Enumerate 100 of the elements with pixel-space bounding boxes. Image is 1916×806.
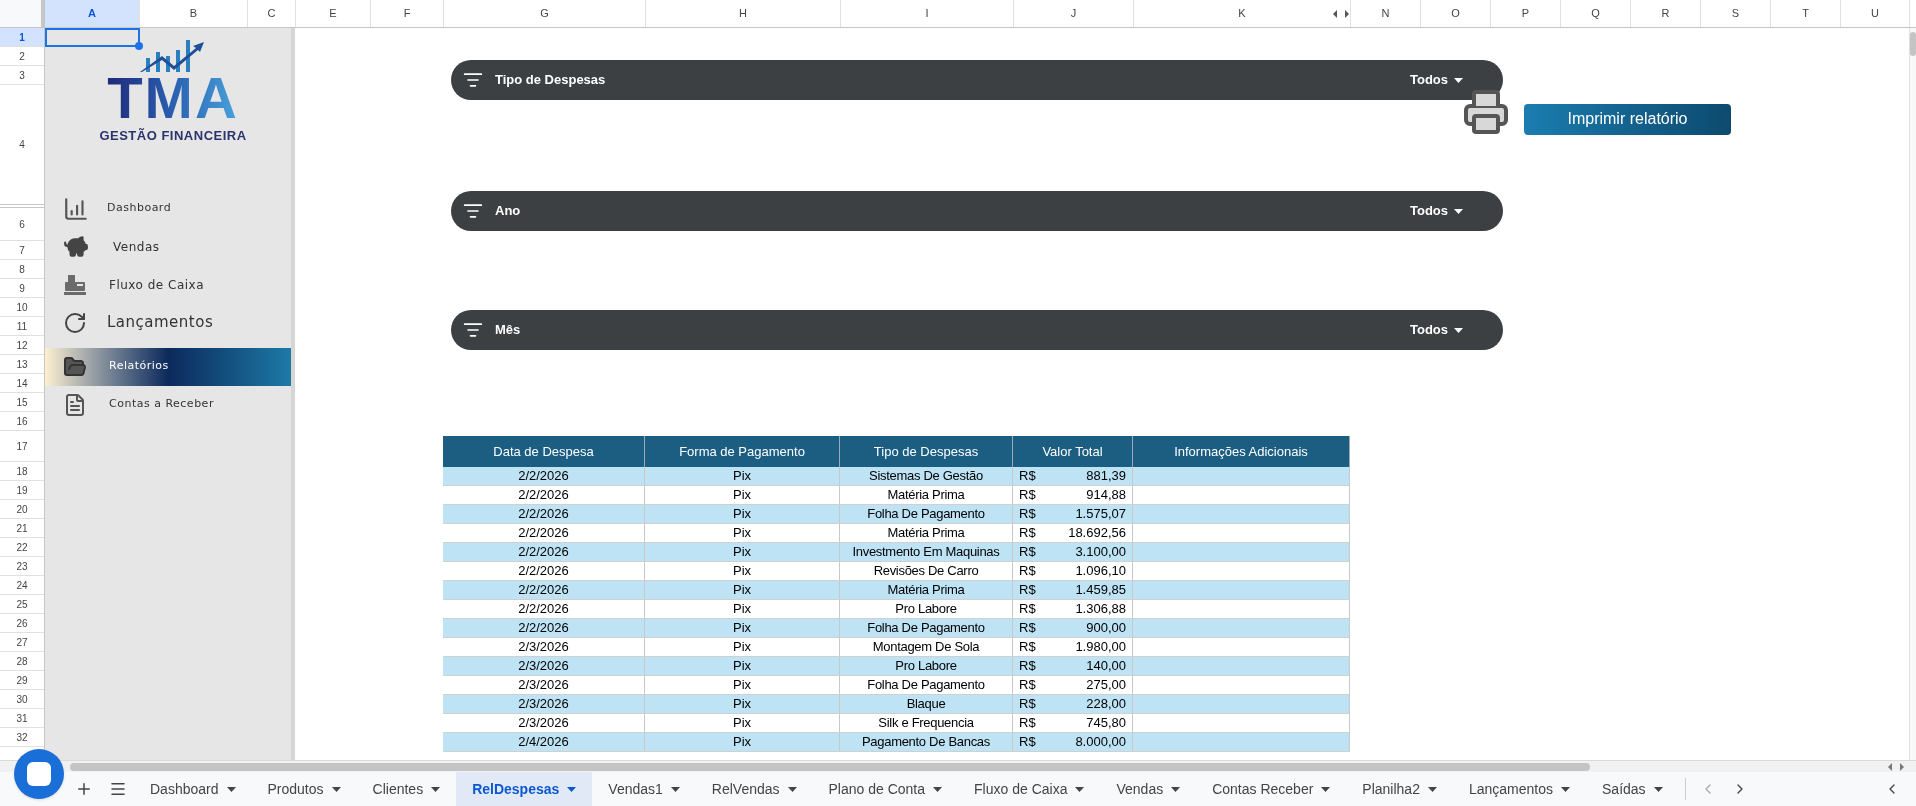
select-all-corner[interactable] <box>0 0 45 27</box>
table-cell: 2/2/2026 <box>443 543 645 561</box>
caret-icon <box>331 786 341 792</box>
sheet-tab[interactable]: Vendas1 <box>592 772 696 806</box>
document-icon <box>63 392 87 417</box>
sheet-tab[interactable]: Dashboard <box>134 772 252 806</box>
menu-icon <box>109 780 127 798</box>
table-cell: 2/2/2026 <box>443 467 645 485</box>
table-cell: Pix <box>645 676 840 694</box>
sheet-tab[interactable]: Vendas <box>1100 772 1197 806</box>
filter-value[interactable]: Todos <box>1409 201 1448 221</box>
table-cell: Montagem De Sola <box>840 638 1013 656</box>
table-cell: Pix <box>645 562 840 580</box>
printer-icon <box>1462 88 1510 136</box>
table-cell: Pro Labore <box>840 657 1013 675</box>
amount-value: 1.306,88 <box>1075 600 1126 618</box>
table-cell: 2/3/2026 <box>443 638 645 656</box>
table-cell: 2/4/2026 <box>443 733 645 751</box>
square-icon <box>27 762 51 786</box>
sidebar-nav-item[interactable]: Contas a Receber <box>45 385 291 424</box>
folder-icon <box>63 354 87 379</box>
redo-arrow-icon <box>63 310 87 335</box>
sidebar-nav-item[interactable]: Fluxo de Caixa <box>45 265 291 304</box>
currency-symbol: R$ <box>1019 714 1036 732</box>
table-cell: 2/2/2026 <box>443 600 645 618</box>
sheet-tab[interactable]: Planilha2 <box>1346 772 1453 806</box>
caret-icon <box>226 786 236 792</box>
print-report-button[interactable]: Imprimir relatório <box>1524 103 1731 135</box>
filter-bar[interactable]: Tipo de Despesas Todos <box>451 60 1503 100</box>
table-cell: 2/2/2026 <box>443 562 645 580</box>
piggy-bank-icon <box>63 233 89 260</box>
amount-value: 881,39 <box>1086 467 1126 485</box>
sidebar-nav-item[interactable]: Relatórios <box>45 347 291 386</box>
table-cell: Folha De Pagamento <box>840 619 1013 637</box>
amount-value: 1.980,00 <box>1075 638 1126 656</box>
amount-value: 1.459,85 <box>1075 581 1126 599</box>
table-cell: Pix <box>645 543 840 561</box>
sheet-tab[interactable]: Saídas <box>1586 772 1679 806</box>
horizontal-scrollbar[interactable] <box>70 762 1590 771</box>
sheet-tab[interactable]: RelDespesas <box>456 772 593 806</box>
currency-symbol: R$ <box>1019 524 1036 542</box>
hidden-columns-icon[interactable] <box>1332 10 1350 18</box>
table-cell: 2/3/2026 <box>443 657 645 675</box>
sheet-tab[interactable]: Clientes <box>356 772 457 806</box>
filter-bar[interactable]: Ano Todos <box>451 191 1503 231</box>
table-cell: Pix <box>645 733 840 751</box>
filter-label: Mês <box>495 321 521 340</box>
currency-symbol: R$ <box>1019 733 1036 751</box>
scroll-arrows-icon[interactable] <box>1886 762 1906 771</box>
currency-symbol: R$ <box>1019 676 1036 694</box>
filter-value[interactable]: Todos <box>1409 320 1448 340</box>
sheet-tab[interactable]: Contas Receber <box>1196 772 1347 806</box>
table-cell: 2/2/2026 <box>443 505 645 523</box>
filter-value[interactable]: Todos <box>1409 70 1448 90</box>
table-cell: Pix <box>645 619 840 637</box>
caret-icon <box>670 786 680 792</box>
row-header[interactable]: 1 <box>0 28 44 47</box>
table-cell: 2/2/2026 <box>443 619 645 637</box>
table-cell: Blaque <box>840 695 1013 713</box>
caret-icon <box>1561 786 1570 792</box>
caret-icon <box>431 786 441 792</box>
filter-label: Ano <box>495 202 521 221</box>
currency-symbol: R$ <box>1019 562 1036 580</box>
vertical-scrollbar[interactable] <box>1909 28 1916 760</box>
column-header[interactable]: A <box>45 0 140 27</box>
caret-icon <box>1454 208 1463 214</box>
table-cell: Pix <box>645 467 840 485</box>
currency-symbol: R$ <box>1019 505 1036 523</box>
currency-symbol: R$ <box>1019 695 1036 713</box>
caret-icon <box>1171 786 1181 792</box>
sheet-tab[interactable]: Plano de Conta <box>812 772 959 806</box>
bar-chart-icon <box>63 195 89 222</box>
amount-value: 900,00 <box>1086 619 1126 637</box>
table-cell: Pix <box>645 505 840 523</box>
table-cell: Folha De Pagamento <box>840 505 1013 523</box>
amount-value: 914,88 <box>1086 486 1126 504</box>
sidebar-nav-item[interactable]: Lançamentos <box>45 303 291 342</box>
currency-symbol: R$ <box>1019 600 1036 618</box>
table-cell: Matéria Prima <box>840 486 1013 504</box>
sidebar-nav-item[interactable]: Dashboard <box>45 189 291 228</box>
sheet-tab[interactable]: Lançamentos <box>1452 772 1586 806</box>
table-cell: Silk e Frequencia <box>840 714 1013 732</box>
sheet-tab[interactable]: Fluxo de Caixa <box>958 772 1101 806</box>
table-cell: Folha De Pagamento <box>840 676 1013 694</box>
table-cell: Pix <box>645 581 840 599</box>
sheet-tab[interactable]: RelVendas <box>695 772 813 806</box>
amount-value: 1.575,07 <box>1075 505 1126 523</box>
sidebar-nav-item[interactable]: Vendas <box>45 227 291 266</box>
table-cell: Pro Labore <box>840 600 1013 618</box>
table-cell: 2/3/2026 <box>443 714 645 732</box>
currency-symbol: R$ <box>1019 486 1036 504</box>
filter-bar[interactable]: Mês Todos <box>451 310 1503 350</box>
filter-icon <box>463 70 483 90</box>
sheet-tab[interactable]: Produtos <box>251 772 357 806</box>
table-cell: Sistemas De Gestão <box>840 467 1013 485</box>
amount-value: 3.100,00 <box>1075 543 1126 561</box>
amount-value: 18.692,56 <box>1068 524 1126 542</box>
table-cell: 2/2/2026 <box>443 486 645 504</box>
amount-value: 275,00 <box>1086 676 1126 694</box>
caret-icon <box>1454 327 1463 333</box>
